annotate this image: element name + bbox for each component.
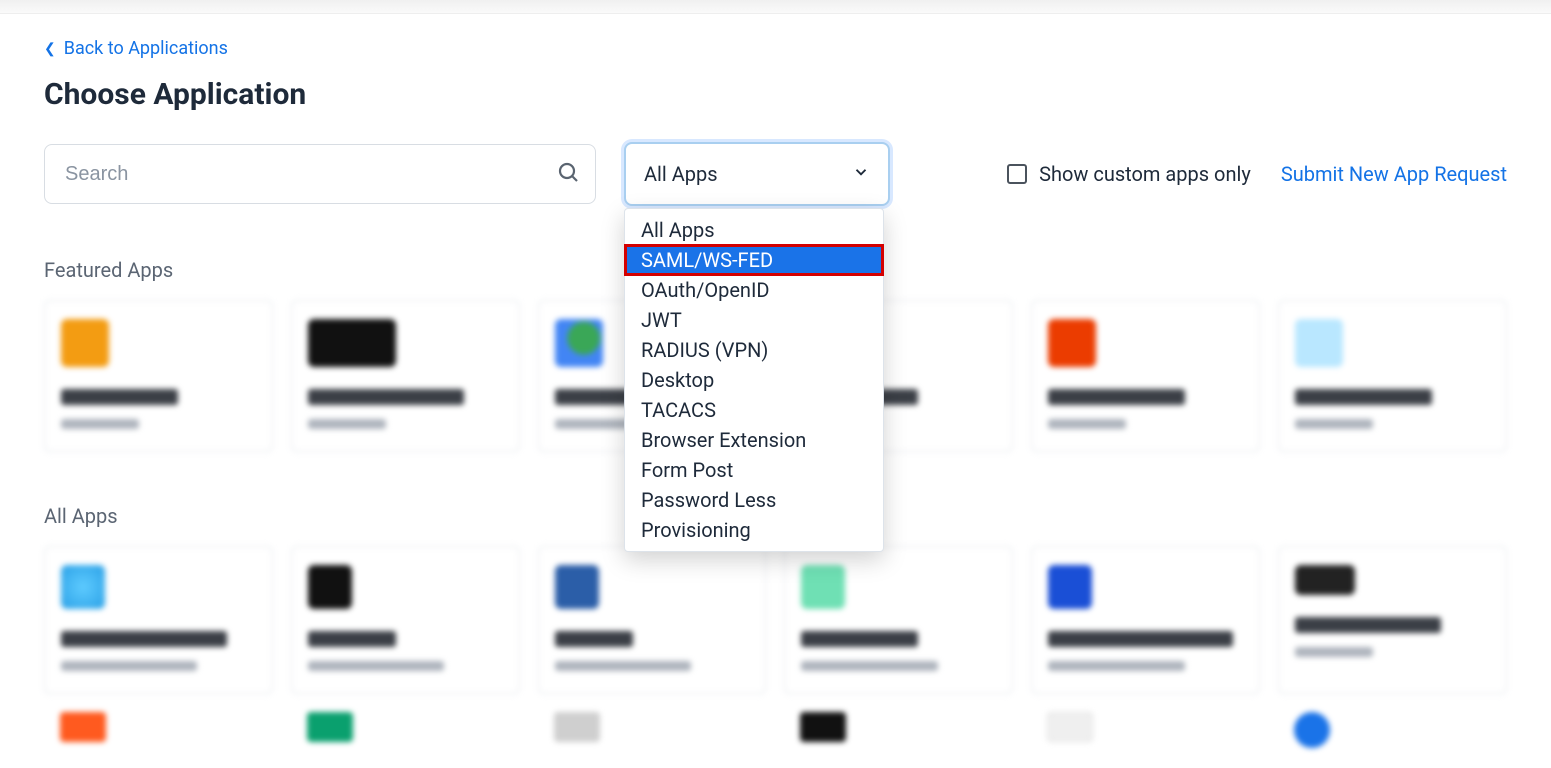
app-card[interactable] <box>1278 546 1507 694</box>
app-card[interactable] <box>1278 300 1507 452</box>
app-card-partial[interactable] <box>554 712 600 742</box>
filter-option[interactable]: Desktop <box>625 365 883 395</box>
checkbox-label: Show custom apps only <box>1039 162 1251 186</box>
right-controls: Show custom apps only Submit New App Req… <box>1007 162 1507 186</box>
filter-option[interactable]: TACACS <box>625 395 883 425</box>
page-content: ❮ Back to Applications Choose Applicatio… <box>0 14 1551 768</box>
app-card-partial[interactable] <box>1047 712 1093 742</box>
filter-select-button[interactable]: All Apps <box>624 142 890 206</box>
app-card[interactable] <box>1031 300 1260 452</box>
controls-row: All Apps All AppsSAML/WS-FEDOAuth/OpenID… <box>44 142 1507 206</box>
all-apps-grid <box>44 546 1507 694</box>
filter-option[interactable]: Provisioning <box>625 515 883 545</box>
chevron-down-icon <box>852 162 870 186</box>
filter-option[interactable]: All Apps <box>625 215 883 245</box>
app-card[interactable] <box>784 546 1013 694</box>
submit-new-app-link[interactable]: Submit New App Request <box>1281 162 1507 186</box>
filter-select-wrapper: All Apps All AppsSAML/WS-FEDOAuth/OpenID… <box>624 142 890 206</box>
chevron-left-icon: ❮ <box>44 41 56 57</box>
custom-apps-checkbox[interactable]: Show custom apps only <box>1007 162 1251 186</box>
app-card[interactable] <box>44 546 273 694</box>
app-card[interactable] <box>291 546 520 694</box>
filter-option[interactable]: Password Less <box>625 485 883 515</box>
filter-option[interactable]: Form Post <box>625 455 883 485</box>
back-label: Back to Applications <box>64 38 228 59</box>
window-topbar <box>0 0 1551 14</box>
all-apps-grid-row3 <box>44 712 1507 748</box>
filter-selected-label: All Apps <box>644 162 718 186</box>
filter-option[interactable]: Browser Extension <box>625 425 883 455</box>
page-title: Choose Application <box>44 77 1507 112</box>
filter-option[interactable]: JWT <box>625 305 883 335</box>
back-to-applications-link[interactable]: ❮ Back to Applications <box>44 34 228 77</box>
search-wrapper <box>44 144 596 204</box>
search-icon[interactable] <box>556 160 580 188</box>
app-card-partial[interactable] <box>60 712 106 742</box>
app-card[interactable] <box>291 300 520 452</box>
filter-option[interactable]: OAuth/OpenID <box>625 275 883 305</box>
app-card[interactable] <box>44 300 273 452</box>
filter-option[interactable]: RADIUS (VPN) <box>625 335 883 365</box>
app-card[interactable] <box>1031 546 1260 694</box>
app-card-partial[interactable] <box>1294 712 1330 748</box>
app-card[interactable] <box>538 546 767 694</box>
filter-option[interactable]: SAML/WS-FED <box>625 245 883 275</box>
app-card-partial[interactable] <box>307 712 353 742</box>
filter-dropdown[interactable]: All AppsSAML/WS-FEDOAuth/OpenIDJWTRADIUS… <box>624 208 884 552</box>
search-input[interactable] <box>44 144 596 204</box>
checkbox-icon <box>1007 164 1027 184</box>
app-card-partial[interactable] <box>800 712 846 742</box>
